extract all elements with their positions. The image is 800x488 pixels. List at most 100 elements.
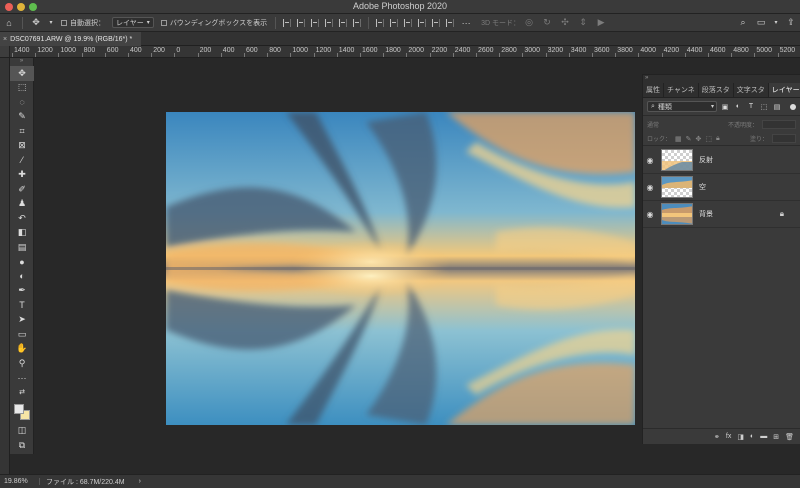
more-options-icon[interactable]: ··· [460,16,472,30]
align-bottom-icon[interactable] [353,18,362,27]
auto-select-checkbox[interactable]: 自動選択： [61,18,105,28]
thumbnail-image [662,161,692,170]
frame-tool-icon[interactable]: ⊠ [10,139,34,154]
rectangle-tool-icon[interactable]: ▭ [10,327,34,342]
blend-mode-dropdown[interactable]: 通常 [647,120,659,129]
quick-select-tool-icon[interactable]: ✎ [10,110,34,125]
search-icon[interactable]: ⌕ [737,16,749,30]
history-brush-tool-icon[interactable]: ↶ [10,211,34,226]
dodge-tool-icon[interactable]: ◐ [10,269,34,284]
swap-colors-icon[interactable]: ⇄ [10,385,34,400]
type-tool-icon[interactable]: T [10,298,34,313]
horizontal-ruler[interactable]: 1400 1200 1000 800 600 400 200 0 200 400 600 800 100… [0,46,800,58]
screen-mode-icon[interactable]: ⧉ [10,438,34,453]
document-canvas[interactable] [166,112,635,425]
new-group-icon[interactable]: ▬ [760,433,767,440]
layer-row-sky[interactable]: ◉ 空 [643,174,800,201]
pen-tool-icon[interactable]: ✒ [10,284,34,299]
close-icon[interactable]: × [3,36,7,43]
tab-channels[interactable]: チャンネ [664,83,699,97]
filter-shape-icon[interactable]: ⬚ [759,102,769,111]
eye-icon[interactable]: ◉ [643,156,657,165]
filter-pixel-icon[interactable]: ▣ [720,102,730,111]
distribute-top-icon[interactable] [376,18,385,27]
zoom-tool-icon[interactable]: ⚲ [10,356,34,371]
gradient-tool-icon[interactable]: ▤ [10,240,34,255]
filter-type-icon[interactable]: T [746,102,756,111]
tab-layers[interactable]: レイヤー [768,83,800,97]
kind-filter-dropdown[interactable]: ⌕ 種類 ▾ [647,101,717,112]
move-tool-icon[interactable]: ✥ [10,66,34,81]
distribute-right-icon[interactable] [446,18,455,27]
hand-tool-icon[interactable]: ✋ [10,342,34,357]
add-mask-icon[interactable]: ◨ [737,433,744,441]
drag-3d-icon[interactable]: ✣ [559,16,571,30]
align-middle-icon[interactable] [339,18,348,27]
filter-adjustment-icon[interactable]: ◐ [733,102,743,111]
orbit-3d-icon[interactable]: ◎ [523,16,535,30]
link-layers-icon[interactable]: ⚭ [714,433,720,441]
ruler-corner[interactable] [0,46,10,57]
marquee-tool-icon[interactable]: ⬚ [10,81,34,96]
healing-brush-tool-icon[interactable]: ✚ [10,168,34,183]
layer-target-dropdown[interactable]: レイヤー ▾ [112,17,154,28]
lasso-tool-icon[interactable]: ◌ [10,95,34,110]
align-top-icon[interactable] [325,18,334,27]
camera-3d-icon[interactable]: ▶ [595,16,607,30]
align-left-icon[interactable] [283,18,292,27]
move-tool-icon[interactable]: ✥ [30,16,42,30]
home-icon[interactable]: ⌂ [3,16,15,30]
filter-toggle[interactable] [790,103,796,110]
eraser-tool-icon[interactable]: ◧ [10,226,34,241]
tools-panel-collapse[interactable]: » [10,58,33,66]
status-menu-arrow[interactable]: › [139,478,141,485]
filter-smart-object-icon[interactable]: ▤ [772,102,782,111]
distribute-bottom-icon[interactable] [404,18,413,27]
distribute-left-icon[interactable] [418,18,427,27]
lock-all-icon[interactable]: 🔒︎ [716,135,720,143]
path-select-tool-icon[interactable]: ➤ [10,313,34,328]
ruler-tick [684,53,686,57]
lock-artboard-icon[interactable]: ⬚ [705,135,712,143]
quick-mask-icon[interactable]: ◫ [10,424,34,439]
distribute-middle-icon[interactable] [390,18,399,27]
ruler-tick [220,53,222,57]
layer-row-background[interactable]: ◉ 背景 🔒︎ [643,201,800,228]
share-icon[interactable]: ⇪ [785,16,797,30]
foreground-color-swatch[interactable] [14,403,24,414]
workspace-icon[interactable]: ▭ [755,16,767,30]
opacity-field[interactable] [762,119,796,129]
more-tools-icon[interactable]: ··· [10,371,34,386]
eyedropper-tool-icon[interactable]: ⁄ [10,153,34,168]
lock-position-icon[interactable]: ✥ [696,135,702,143]
fill-field[interactable] [772,134,796,143]
distribute-center-icon[interactable] [432,18,441,27]
clone-stamp-tool-icon[interactable]: ♟ [10,197,34,212]
chevron-down-icon[interactable]: ▾ [773,16,779,30]
slide-3d-icon[interactable]: ⇕ [577,16,589,30]
document-tab[interactable]: × DSC07691.ARW @ 19.9% (RGB/16*) * [0,32,141,46]
align-right-icon[interactable] [311,18,320,27]
lock-transparent-icon[interactable]: ▦ [675,135,682,143]
new-layer-icon[interactable]: ⊞ [773,433,779,441]
tab-properties[interactable]: 属性 [643,83,664,97]
blur-tool-icon[interactable]: ● [10,255,34,270]
roll-3d-icon[interactable]: ↻ [541,16,553,30]
adjustment-layer-icon[interactable]: ◐ [750,433,754,440]
bounding-box-checkbox[interactable]: バウンディングボックスを表示 [160,18,267,28]
eye-icon[interactable]: ◉ [643,183,657,192]
tab-paragraph-styles[interactable]: 段落スタ [699,83,734,97]
delete-layer-icon[interactable]: 🗑︎ [785,433,794,441]
align-center-icon[interactable] [297,18,306,27]
layer-row-reflection[interactable]: ◉ 反射 [643,147,800,174]
brush-tool-icon[interactable]: ✐ [10,182,34,197]
crop-tool-icon[interactable]: ⌗ [10,124,34,139]
eye-icon[interactable]: ◉ [643,210,657,219]
lock-pixels-icon[interactable]: ✎ [686,135,692,143]
zoom-level[interactable]: 19.86% [0,478,40,485]
vertical-ruler[interactable] [0,58,10,474]
layer-style-icon[interactable]: fx [726,433,731,440]
tab-character-styles[interactable]: 文字スタ [734,83,769,97]
chevron-down-icon[interactable]: ▾ [48,16,54,30]
panel-collapse[interactable]: » [643,75,800,83]
